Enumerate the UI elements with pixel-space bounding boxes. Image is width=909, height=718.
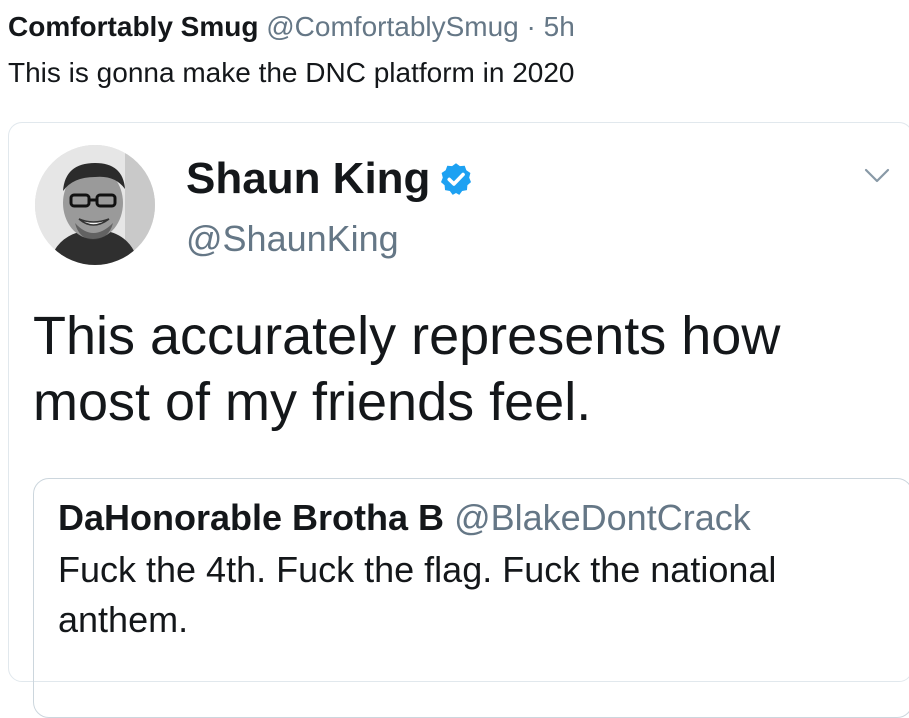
outer-author-handle[interactable]: @ComfortablySmug	[266, 11, 519, 42]
outer-timestamp[interactable]: 5h	[544, 11, 575, 42]
chevron-down-icon[interactable]	[864, 167, 890, 185]
avatar[interactable]	[35, 145, 155, 265]
nested-quote-card[interactable]: DaHonorable Brotha B @BlakeDontCrack Fuc…	[33, 478, 909, 718]
outer-tweet-text: This is gonna make the DNC platform in 2…	[8, 57, 575, 88]
verified-badge-icon	[438, 161, 474, 197]
nested-author-name[interactable]: DaHonorable Brotha B	[58, 497, 444, 538]
quoted-tweet-text: This accurately represents how most of m…	[33, 306, 781, 432]
outer-author-name[interactable]: Comfortably Smug	[8, 11, 258, 42]
quoted-author-row: Shaun King	[186, 153, 474, 205]
quoted-author-name[interactable]: Shaun King	[186, 153, 430, 205]
quoted-author-handle[interactable]: @ShaunKing	[186, 217, 399, 261]
nested-quote-text: Fuck the 4th. Fuck the flag. Fuck the na…	[58, 549, 777, 640]
outer-tweet-header: Comfortably Smug @ComfortablySmug · 5h	[8, 10, 575, 44]
nested-author-handle[interactable]: @BlakeDontCrack	[454, 497, 751, 538]
quoted-tweet-card[interactable]: Shaun King @ShaunKing This accurately re…	[8, 122, 909, 718]
timestamp-separator: ·	[526, 11, 536, 42]
profile-photo-icon	[35, 145, 155, 265]
nested-quote-header: DaHonorable Brotha B @BlakeDontCrack	[58, 495, 751, 541]
